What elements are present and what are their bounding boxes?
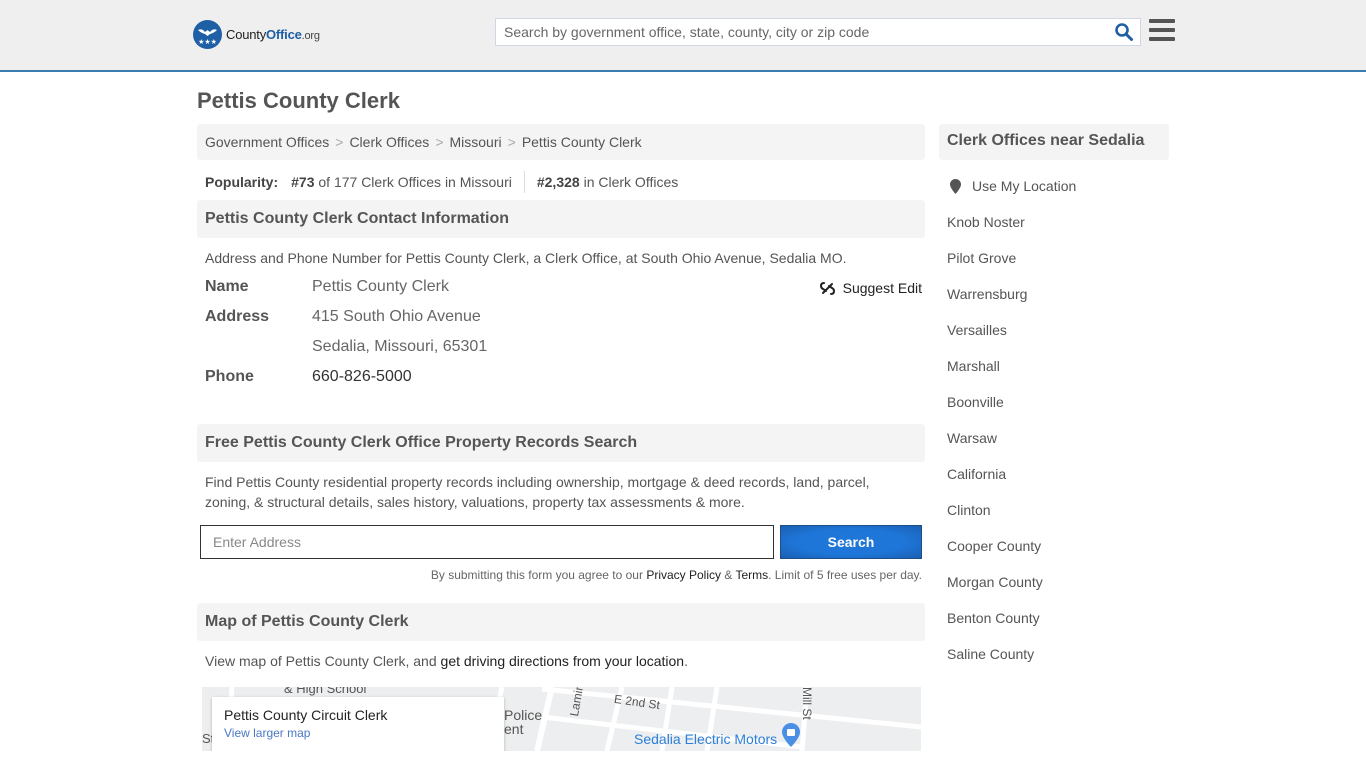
svg-text:★★★: ★★★ xyxy=(198,38,217,46)
map-label-school: & High School xyxy=(284,687,367,696)
state-rank: #73 of 177 Clerk Offices in Missouri xyxy=(291,174,512,190)
location-pin-icon xyxy=(950,179,961,194)
sidebar-link[interactable]: Pilot Grove xyxy=(947,250,1016,266)
use-my-location: Use My Location xyxy=(947,178,1161,214)
name-row: Name Pettis County Clerk xyxy=(205,272,917,302)
breadcrumb-current: Pettis County Clerk xyxy=(521,134,642,150)
sidebar-item-warrensburg: Warrensburg xyxy=(947,286,1161,322)
sidebar-item-marshall: Marshall xyxy=(947,358,1161,394)
sidebar-item-saline-county: Saline County xyxy=(947,646,1161,682)
popularity-label: Popularity: xyxy=(205,174,279,190)
breadcrumb-separator: > xyxy=(507,134,516,150)
sidebar-item-warsaw: Warsaw xyxy=(947,430,1161,466)
sidebar-link[interactable]: Knob Noster xyxy=(947,214,1025,230)
name-label: Name xyxy=(205,278,249,295)
site-search-input[interactable] xyxy=(496,19,1096,45)
address-line2: Sedalia, Missouri, 65301 xyxy=(312,338,488,355)
phone-row: Phone 660-826-5000 xyxy=(205,362,917,392)
site-header: ★★★ CountyOffice.org xyxy=(0,0,1366,72)
sidebar-heading: Clerk Offices near Sedalia xyxy=(939,124,1169,160)
address-row: Address 415 South Ohio Avenue xyxy=(205,302,917,332)
sidebar-link[interactable]: Clinton xyxy=(947,502,991,518)
address-row-2: Sedalia, Missouri, 65301 xyxy=(205,332,917,362)
sidebar-link[interactable]: Cooper County xyxy=(947,538,1041,554)
sidebar-link[interactable]: Boonville xyxy=(947,394,1004,410)
eagle-logo-icon: ★★★ xyxy=(193,20,222,49)
breadcrumb-government-offices[interactable]: Government Offices xyxy=(205,134,329,150)
breadcrumb: Government Offices > Clerk Offices > Missour… xyxy=(197,124,925,160)
sidebar: Clerk Offices near Sedalia Use My Locati… xyxy=(939,124,1169,682)
view-larger-map-link[interactable]: View larger map xyxy=(224,726,492,740)
sidebar-item-versailles: Versailles xyxy=(947,322,1161,358)
site-search xyxy=(495,18,1141,46)
property-search-button[interactable]: Search xyxy=(780,525,922,559)
national-rank: #2,328 in Clerk Offices xyxy=(536,174,679,190)
sidebar-item-clinton: Clinton xyxy=(947,502,1161,538)
address-label: Address xyxy=(205,308,270,325)
sidebar-link[interactable]: Benton County xyxy=(947,610,1040,626)
divider xyxy=(523,171,525,193)
logo-text: CountyOffice.org xyxy=(226,27,320,42)
hamburger-menu-icon[interactable] xyxy=(1149,19,1175,43)
sidebar-item-cooper-county: Cooper County xyxy=(947,538,1161,574)
sidebar-link[interactable]: Warrensburg xyxy=(947,286,1027,302)
popularity: Popularity: #73 of 177 Clerk Offices in … xyxy=(197,160,925,200)
sidebar-item-pilot-grove: Pilot Grove xyxy=(947,250,1161,286)
suggest-edit-link[interactable]: Suggest Edit xyxy=(843,273,922,303)
breadcrumb-separator: > xyxy=(335,134,344,150)
contact-heading: Pettis County Clerk Contact Information xyxy=(197,200,925,238)
sidebar-link[interactable]: Versailles xyxy=(947,322,1007,338)
suggest-edit: Suggest Edit xyxy=(819,273,922,303)
breadcrumb-separator: > xyxy=(435,134,444,150)
sidebar-item-benton-county: Benton County xyxy=(947,610,1161,646)
contact-details: Name Pettis County Clerk Address 415 Sou… xyxy=(197,268,925,392)
shopping-pin-icon[interactable] xyxy=(782,723,800,747)
nearby-offices-list: Use My Location Knob Noster Pilot Grove … xyxy=(939,160,1169,682)
driving-directions-link[interactable]: get driving directions from your locatio… xyxy=(441,653,685,669)
page-title: Pettis County Clerk xyxy=(197,88,400,113)
map-label-police2: ent xyxy=(504,721,524,737)
terms-link[interactable]: Terms xyxy=(735,568,768,582)
address-input[interactable] xyxy=(200,525,774,559)
embedded-map[interactable]: & High School St Police ent Lamine Ave E… xyxy=(202,687,921,751)
broken-link-icon xyxy=(819,281,835,295)
map-description: View map of Pettis County Clerk, and get… xyxy=(205,653,688,669)
breadcrumb-clerk-offices[interactable]: Clerk Offices xyxy=(349,134,429,150)
property-description: Find Pettis County residential property … xyxy=(205,474,870,510)
map-heading: Map of Pettis County Clerk xyxy=(197,603,925,641)
sidebar-item-knob-noster: Knob Noster xyxy=(947,214,1161,250)
sidebar-item-california: California xyxy=(947,466,1161,502)
search-icon[interactable] xyxy=(1114,22,1134,42)
sidebar-link[interactable]: Warsaw xyxy=(947,430,997,446)
use-my-location-link[interactable]: Use My Location xyxy=(972,178,1076,194)
map-poi-label[interactable]: Sedalia Electric Motors xyxy=(634,731,777,747)
phone-link[interactable]: 660-826-5000 xyxy=(312,368,412,385)
property-heading: Free Pettis County Clerk Office Property… xyxy=(197,424,925,462)
breadcrumb-missouri[interactable]: Missouri xyxy=(450,134,502,150)
address-line1: 415 South Ohio Avenue xyxy=(312,308,481,325)
contact-description: Address and Phone Number for Pettis Coun… xyxy=(205,250,847,266)
site-logo[interactable]: ★★★ CountyOffice.org xyxy=(193,20,320,49)
sidebar-item-boonville: Boonville xyxy=(947,394,1161,430)
privacy-policy-link[interactable]: Privacy Policy xyxy=(646,568,721,582)
phone-label: Phone xyxy=(205,368,254,385)
sidebar-link[interactable]: Saline County xyxy=(947,646,1034,662)
sidebar-item-morgan-county: Morgan County xyxy=(947,574,1161,610)
map-card-title: Pettis County Circuit Clerk xyxy=(224,707,388,723)
property-search-form: Search xyxy=(197,525,925,559)
name-value: Pettis County Clerk xyxy=(312,278,449,295)
sidebar-link[interactable]: Morgan County xyxy=(947,574,1043,590)
form-disclaimer: By submitting this form you agree to our… xyxy=(430,568,922,582)
map-label-mill: Mill St xyxy=(800,687,814,720)
sidebar-link[interactable]: Marshall xyxy=(947,358,1000,374)
map-info-card: Pettis County Circuit Clerk View larger … xyxy=(212,697,504,751)
sidebar-link[interactable]: California xyxy=(947,466,1006,482)
main-content: Government Offices > Clerk Offices > Missour… xyxy=(197,124,925,751)
